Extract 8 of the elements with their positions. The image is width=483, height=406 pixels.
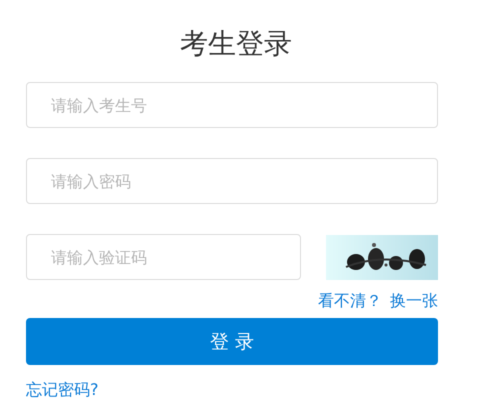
captcha-link[interactable]: 看不清？ — [318, 290, 382, 312]
input-field[interactable]: 请输入密码 — [26, 158, 438, 204]
forgot-password-link[interactable]: 忘记密码? — [26, 379, 98, 401]
page-title: 考生登录 — [179, 26, 292, 62]
login-button[interactable]: 登 录 — [26, 318, 438, 365]
captcha-field[interactable]: 请输入验证码 — [26, 234, 301, 280]
captcha-link[interactable]: 换一张 — [390, 290, 438, 312]
input-field[interactable]: 请输入考生号 — [26, 82, 438, 128]
